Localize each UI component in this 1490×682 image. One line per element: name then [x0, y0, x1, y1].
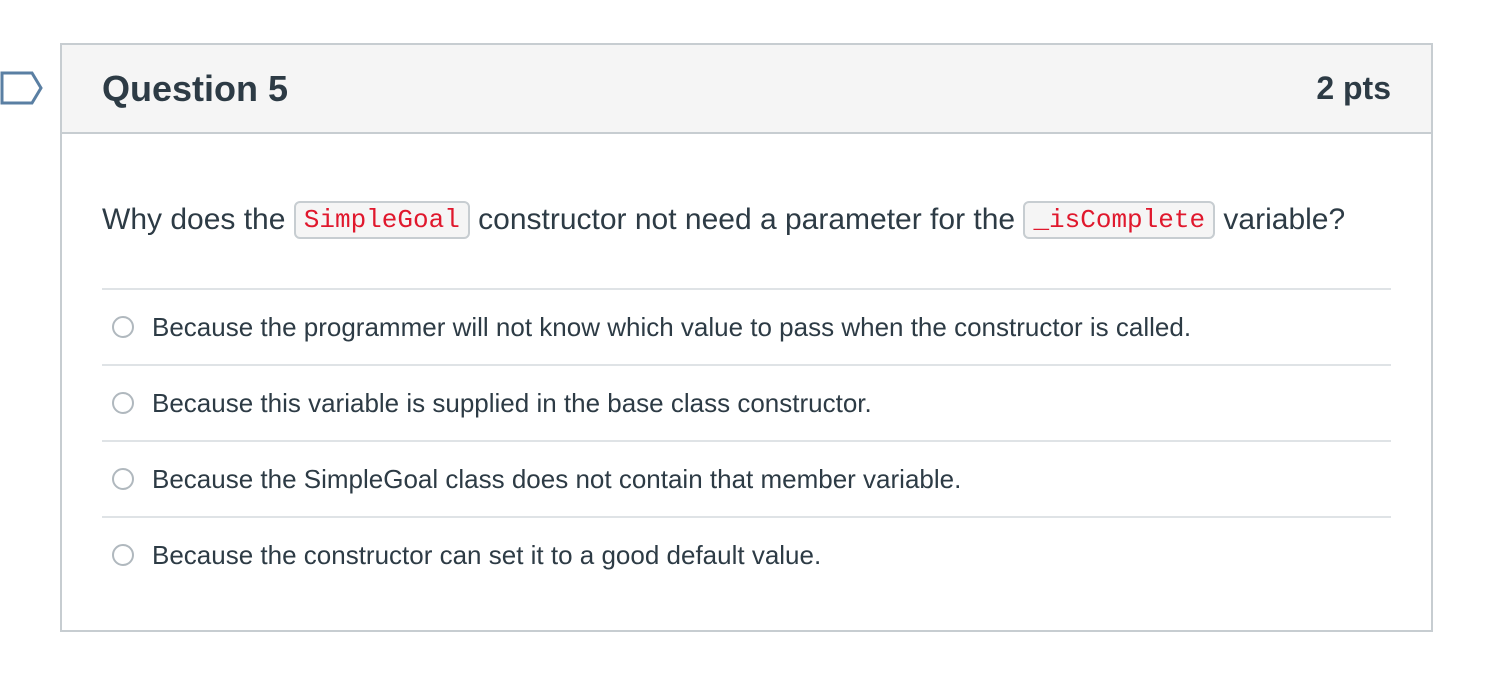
answer-label[interactable]: Because the constructor can set it to a … — [152, 540, 821, 571]
question-header: Question 5 2 pts — [62, 45, 1431, 134]
answer-option-1[interactable]: Because the programmer will not know whi… — [102, 290, 1391, 366]
code-iscomplete: _isComplete — [1023, 201, 1216, 239]
code-simplegoal: SimpleGoal — [293, 201, 470, 239]
answer-option-2[interactable]: Because this variable is supplied in the… — [102, 366, 1391, 442]
answer-option-3[interactable]: Because the SimpleGoal class does not co… — [102, 442, 1391, 518]
question-text: Why does the SimpleGoal constructor not … — [102, 200, 1391, 240]
radio-unchecked-icon[interactable] — [112, 316, 134, 338]
question-title: Question 5 — [102, 67, 289, 109]
radio-unchecked-icon[interactable] — [112, 392, 134, 414]
flag-question-icon[interactable] — [0, 70, 44, 106]
question-points: 2 pts — [1316, 70, 1391, 106]
radio-unchecked-icon[interactable] — [112, 544, 134, 566]
question-text-part: variable? — [1215, 203, 1346, 236]
radio-unchecked-icon[interactable] — [112, 468, 134, 490]
answer-label[interactable]: Because this variable is supplied in the… — [152, 388, 872, 419]
question-text-part: Why does the — [102, 203, 294, 236]
question-body: Why does the SimpleGoal constructor not … — [62, 200, 1431, 592]
answer-label[interactable]: Because the programmer will not know whi… — [152, 312, 1191, 343]
question-text-part: constructor not need a parameter for the — [469, 203, 1024, 236]
answer-list: Because the programmer will not know whi… — [102, 288, 1391, 592]
answer-label[interactable]: Because the SimpleGoal class does not co… — [152, 464, 961, 495]
question-card: Question 5 2 pts Why does the SimpleGoal… — [60, 43, 1433, 632]
answer-option-4[interactable]: Because the constructor can set it to a … — [102, 518, 1391, 592]
